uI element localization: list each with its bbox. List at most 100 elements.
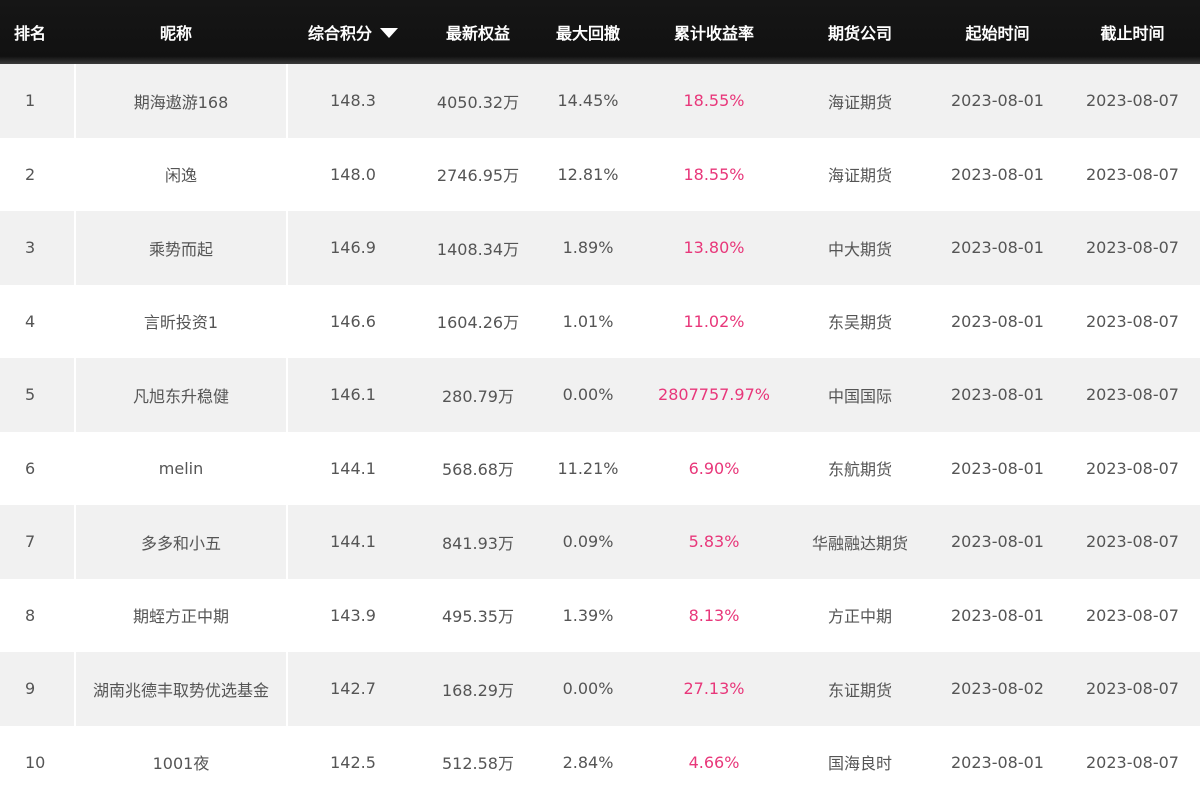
start-time-cell: 2023-08-01 [951,385,1044,405]
company-cell: 东航期货 [827,460,892,480]
start-time-cell: 2023-08-01 [951,532,1044,552]
table-row[interactable]: 6 melin 144.1 568.68万 11.21% 6.90% 东航期货 2023-08… [0,431,1200,506]
table-row[interactable]: 10 1001夜 142.5 512.58万 2.84% 4.66% 国海良时 2023-08… [0,725,1200,800]
equity-cell: 168.29万 [442,680,514,700]
company-cell: 海证期货 [827,166,892,186]
score-cell: 144.1 [330,458,376,478]
return-cell: 13.80% [683,238,745,258]
score-cell: 146.6 [330,311,376,331]
table-row[interactable]: 9 湖南兆德丰取势优选基金 142.7 168.29万 0.00% 27.13% 东证期货 2… [0,652,1200,726]
score-cell: 143.9 [330,605,376,625]
end-time-cell: 2023-08-07 [1086,385,1179,405]
nickname-cell[interactable]: 凡旭东升稳健 [74,358,288,432]
company-cell: 中大期货 [827,239,892,259]
header-equity[interactable]: 最新权益 [418,0,538,64]
start-time-cell: 2023-08-01 [951,238,1044,258]
table-row[interactable]: 7 多多和小五 144.1 841.93万 0.09% 5.83% 华融融达期货 2023-0… [0,505,1200,579]
end-time-cell: 2023-08-07 [1086,679,1179,699]
nickname-cell[interactable]: 期海遨游168 [74,64,288,138]
return-cell: 18.55% [683,164,745,184]
score-cell: 148.3 [330,91,376,111]
table-row[interactable]: 8 期蛭方正中期 143.9 495.35万 1.39% 8.13% 方正中期 2023-08… [0,578,1200,653]
end-time-cell: 2023-08-07 [1086,605,1179,625]
score-cell: 142.7 [330,679,376,699]
drawdown-cell: 14.45% [557,91,619,111]
equity-cell: 1604.26万 [436,313,520,333]
table-row[interactable]: 3 乘势而起 146.9 1408.34万 1.89% 13.80% 中大期货 2023-08… [0,211,1200,285]
nickname-cell[interactable]: 乘势而起 [74,211,288,285]
drawdown-cell: 12.81% [557,164,619,184]
start-time-cell: 2023-08-01 [951,91,1044,111]
end-time-cell: 2023-08-07 [1086,311,1179,331]
rank-cell: 10 [25,752,46,772]
drawdown-cell: 0.09% [562,532,614,552]
company-cell: 海证期货 [827,92,892,112]
rank-cell: 8 [25,605,36,625]
equity-cell: 568.68万 [442,460,514,480]
nickname-cell[interactable]: 1001夜 [74,726,288,800]
company-cell: 国海良时 [827,754,892,774]
return-cell: 27.13% [683,679,745,699]
drawdown-cell: 0.00% [562,679,614,699]
start-time-cell: 2023-08-01 [951,752,1044,772]
drawdown-cell: 1.01% [562,311,614,331]
header-rank[interactable]: 排名 [0,0,64,64]
end-time-cell: 2023-08-07 [1086,91,1179,111]
header-end[interactable]: 截止时间 [1065,0,1200,64]
start-time-cell: 2023-08-01 [951,311,1044,331]
equity-cell: 495.35万 [442,607,514,627]
end-time-cell: 2023-08-07 [1086,752,1179,772]
score-cell: 148.0 [330,164,376,184]
header-company[interactable]: 期货公司 [790,0,930,64]
drawdown-cell: 2.84% [562,752,614,772]
score-cell: 144.1 [330,532,376,552]
end-time-cell: 2023-08-07 [1086,164,1179,184]
drawdown-cell: 11.21% [557,458,619,478]
rank-cell: 4 [25,311,36,331]
caret-down-icon[interactable] [380,28,398,38]
company-cell: 东证期货 [827,680,892,700]
table-row[interactable]: 1 期海遨游168 148.3 4050.32万 14.45% 18.55% 海证期货 202… [0,64,1200,138]
start-time-cell: 2023-08-01 [951,164,1044,184]
return-cell: 11.02% [683,311,745,331]
return-cell: 5.83% [688,532,740,552]
equity-cell: 512.58万 [442,754,514,774]
nickname-cell[interactable]: 湖南兆德丰取势优选基金 [74,652,288,726]
return-cell: 6.90% [688,458,740,478]
rank-cell: 1 [25,91,36,111]
table-row[interactable]: 5 凡旭东升稳健 146.1 280.79万 0.00% 2807757.97% 中国国际 2… [0,358,1200,432]
end-time-cell: 2023-08-07 [1086,458,1179,478]
rank-cell: 6 [25,458,36,478]
nickname-cell[interactable]: melin [74,432,288,506]
header-score[interactable]: 综合积分 [288,0,418,64]
company-cell: 东吴期货 [827,313,892,333]
table-header: 排名 昵称 综合积分 最新权益 最大回撤 累计收益率 期货公司 起始时间 截止时… [0,0,1200,64]
drawdown-cell: 0.00% [562,385,614,405]
table-row[interactable]: 4 言昕投资1 146.6 1604.26万 1.01% 11.02% 东吴期货 2023-0… [0,284,1200,359]
return-cell: 4.66% [688,752,740,772]
nickname-cell[interactable]: 期蛭方正中期 [74,579,288,653]
nickname-cell[interactable]: 多多和小五 [74,505,288,579]
drawdown-cell: 1.39% [562,605,614,625]
header-drawdown[interactable]: 最大回撤 [538,0,638,64]
header-score-label: 综合积分 [307,24,372,43]
start-time-cell: 2023-08-01 [951,605,1044,625]
table-body: 1 期海遨游168 148.3 4050.32万 14.45% 18.55% 海证期货 202… [0,64,1200,799]
rank-cell: 2 [25,164,36,184]
company-cell: 华融融达期货 [811,533,908,553]
header-start[interactable]: 起始时间 [930,0,1065,64]
company-cell: 中国国际 [827,386,892,406]
header-nickname[interactable]: 昵称 [64,0,288,64]
equity-cell: 2746.95万 [436,166,520,186]
return-cell: 2807757.97% [658,385,770,405]
header-return[interactable]: 累计收益率 [638,0,790,64]
table-row[interactable]: 2 闲逸 148.0 2746.95万 12.81% 18.55% 海证期货 2023-08-… [0,137,1200,212]
end-time-cell: 2023-08-07 [1086,532,1179,552]
nickname-cell[interactable]: 闲逸 [74,138,288,212]
rank-cell: 3 [25,238,36,258]
equity-cell: 1408.34万 [436,239,520,259]
nickname-cell[interactable]: 言昕投资1 [74,285,288,359]
start-time-cell: 2023-08-01 [951,458,1044,478]
equity-cell: 841.93万 [442,533,514,553]
end-time-cell: 2023-08-07 [1086,238,1179,258]
